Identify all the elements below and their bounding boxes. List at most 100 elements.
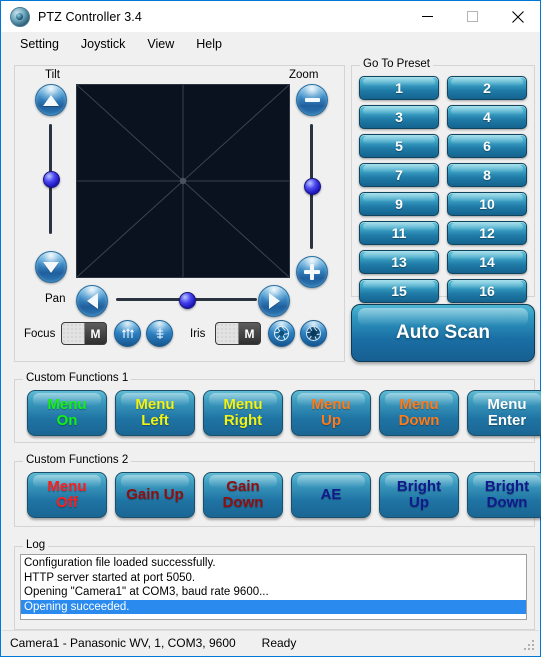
- cf1-button-menu-right-line1: Menu: [223, 396, 263, 414]
- cf1-button-menu-enter-line1: Menu: [487, 396, 527, 414]
- preset-button-10[interactable]: 10: [447, 192, 527, 216]
- pan-right-button[interactable]: [258, 285, 290, 317]
- cf1-button-menu-enter-line2: Enter: [487, 412, 527, 429]
- preset-button-7[interactable]: 7: [359, 163, 439, 187]
- close-icon[interactable]: [495, 1, 540, 32]
- preset-button-16[interactable]: 16: [447, 279, 527, 303]
- status-state: Ready: [261, 636, 297, 650]
- iris-mode-value: M: [239, 323, 260, 344]
- cf1-button-menu-left[interactable]: Menu Left: [115, 390, 195, 436]
- cf1-button-menu-on[interactable]: Menu On: [27, 390, 107, 436]
- resize-grip[interactable]: [524, 640, 536, 652]
- focus-near-icon[interactable]: [114, 320, 141, 347]
- iris-label: Iris: [190, 328, 206, 340]
- log-line[interactable]: Opening "Camera1" at COM3, baud rate 960…: [21, 585, 526, 600]
- log-line[interactable]: HTTP server started at port 5050.: [21, 571, 526, 586]
- maximize-icon[interactable]: [450, 1, 495, 32]
- cf1-button-menu-down-line1: Menu: [399, 396, 439, 414]
- ptz-control-group: Tilt Zoom Pan Focus M Iris M: [14, 65, 345, 362]
- preset-button-15[interactable]: 15: [359, 279, 439, 303]
- cf1-button-menu-up-line1: Menu: [311, 396, 351, 414]
- preset-group-label: Go To Preset: [360, 58, 433, 70]
- menu-item-help[interactable]: Help: [185, 34, 233, 54]
- iris-toggle-track: [216, 323, 239, 344]
- preset-button-6[interactable]: 6: [447, 134, 527, 158]
- tilt-down-button[interactable]: [35, 251, 67, 283]
- custom-functions-1-row: Menu On Menu Left Menu Right Menu Up Men…: [27, 390, 541, 436]
- camera-lens-icon: [10, 6, 30, 27]
- focus-label: Focus: [24, 328, 56, 340]
- preset-button-11[interactable]: 11: [359, 221, 439, 245]
- menu-bar: Setting Joystick View Help: [1, 32, 540, 55]
- cf1-button-menu-enter[interactable]: Menu Enter: [467, 390, 541, 436]
- custom-functions-2-group: Custom Functions 2 Menu Off Gain Up Gain…: [14, 454, 541, 527]
- pan-slider-knob[interactable]: [179, 292, 196, 309]
- cf1-button-menu-up-line2: Up: [321, 412, 341, 429]
- preset-group: Go To Preset 1 2 3 4 5 6 7 8 9 10 11 12 …: [351, 58, 535, 303]
- cf2-button-bright-up-line2: Up: [409, 494, 429, 511]
- cf1-button-menu-left-line2: Left: [141, 412, 169, 429]
- cf2-button-bright-down-line1: Bright: [484, 478, 530, 496]
- cf1-button-menu-left-line1: Menu: [135, 396, 175, 414]
- preset-button-13[interactable]: 13: [359, 250, 439, 274]
- zoom-in-button[interactable]: [296, 256, 328, 288]
- cf2-button-gain-up-line1: Gain Up: [126, 486, 184, 504]
- cf2-button-bright-up[interactable]: Bright Up: [379, 472, 459, 518]
- cf2-button-menu-off[interactable]: Menu Off: [27, 472, 107, 518]
- cf2-button-gain-up[interactable]: Gain Up: [115, 472, 195, 518]
- cf1-button-menu-up[interactable]: Menu Up: [291, 390, 371, 436]
- iris-mode-toggle[interactable]: M: [215, 322, 261, 345]
- window-controls: [405, 1, 540, 32]
- preset-button-9[interactable]: 9: [359, 192, 439, 216]
- cf2-button-bright-down[interactable]: Bright Down: [467, 472, 541, 518]
- cf1-button-menu-on-line2: On: [56, 412, 78, 429]
- zoom-out-button[interactable]: [296, 84, 328, 116]
- pan-left-button[interactable]: [76, 285, 108, 317]
- focus-mode-value: M: [85, 323, 106, 344]
- menu-item-joystick[interactable]: Joystick: [70, 34, 136, 54]
- log-group-label: Log: [23, 539, 49, 551]
- cf2-button-menu-off-line2: Off: [56, 494, 78, 511]
- pan-tilt-pad[interactable]: [76, 84, 290, 278]
- tilt-label: Tilt: [45, 69, 60, 81]
- custom-functions-1-label: Custom Functions 1: [23, 372, 132, 384]
- menu-item-view[interactable]: View: [136, 34, 185, 54]
- auto-scan-button[interactable]: Auto Scan: [351, 304, 535, 362]
- preset-button-3[interactable]: 3: [359, 105, 439, 129]
- log-list[interactable]: Configuration file loaded successfully. …: [20, 554, 527, 620]
- preset-button-2[interactable]: 2: [447, 76, 527, 100]
- cf1-button-menu-down[interactable]: Menu Down: [379, 390, 459, 436]
- custom-functions-1-group: Custom Functions 1 Menu On Menu Left Men…: [14, 372, 541, 443]
- cf2-button-bright-up-line1: Bright: [396, 478, 442, 496]
- log-line-selected[interactable]: Opening succeeded.: [21, 599, 526, 614]
- tilt-slider-knob[interactable]: [43, 171, 60, 188]
- iris-close-icon[interactable]: [300, 320, 327, 347]
- zoom-slider-knob[interactable]: [304, 178, 321, 195]
- status-camera-info: Camera1 - Panasonic WV, 1, COM3, 9600: [10, 636, 236, 650]
- preset-button-5[interactable]: 5: [359, 134, 439, 158]
- minimize-icon[interactable]: [405, 1, 450, 32]
- tilt-up-button[interactable]: [35, 84, 67, 116]
- focus-mode-toggle[interactable]: M: [61, 322, 107, 345]
- status-bar: Camera1 - Panasonic WV, 1, COM3, 9600 Re…: [2, 630, 539, 655]
- log-line[interactable]: Configuration file loaded successfully.: [21, 556, 526, 571]
- cf2-button-ae-line1: AE: [320, 486, 342, 504]
- title-bar: PTZ Controller 3.4: [1, 1, 540, 32]
- menu-item-setting[interactable]: Setting: [9, 34, 70, 54]
- cf2-button-ae[interactable]: AE: [291, 472, 371, 518]
- preset-button-12[interactable]: 12: [447, 221, 527, 245]
- ptz-controller-window: PTZ Controller 3.4 Setting Joystick View…: [0, 0, 541, 657]
- cf2-button-gain-down-line1: Gain: [226, 478, 260, 496]
- preset-button-8[interactable]: 8: [447, 163, 527, 187]
- cf2-button-bright-down-line2: Down: [486, 494, 528, 511]
- preset-button-14[interactable]: 14: [447, 250, 527, 274]
- custom-functions-2-row: Menu Off Gain Up Gain Down AE Bright Up …: [27, 472, 541, 518]
- cf1-button-menu-right[interactable]: Menu Right: [203, 390, 283, 436]
- pan-label: Pan: [45, 293, 66, 305]
- cf2-button-gain-down-line2: Down: [222, 494, 264, 511]
- focus-far-icon[interactable]: [146, 320, 173, 347]
- preset-button-4[interactable]: 4: [447, 105, 527, 129]
- preset-button-1[interactable]: 1: [359, 76, 439, 100]
- cf2-button-gain-down[interactable]: Gain Down: [203, 472, 283, 518]
- iris-open-icon[interactable]: [268, 320, 295, 347]
